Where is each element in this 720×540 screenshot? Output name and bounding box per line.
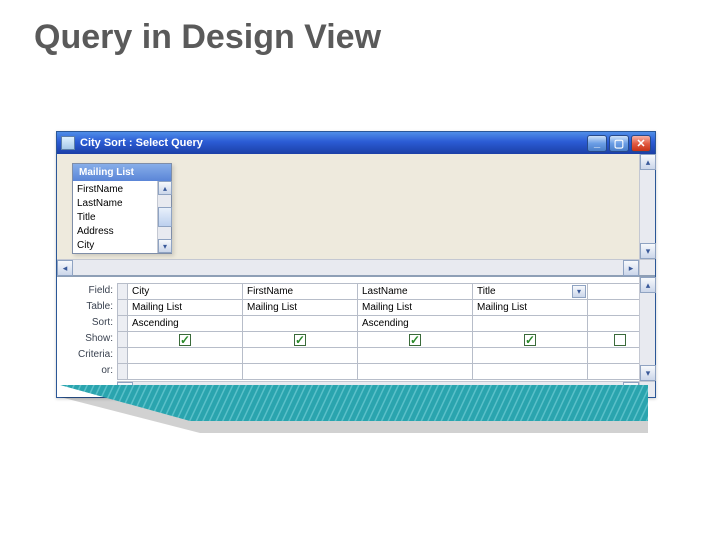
scroll-down-icon[interactable]: ▾ [158, 239, 172, 253]
field-list-scrollbar[interactable]: ▴ ▾ [157, 181, 171, 253]
cell-table[interactable]: Mailing List [358, 300, 473, 316]
decorative-wedge [60, 385, 648, 441]
show-checkbox[interactable] [614, 334, 626, 346]
cell-sort[interactable]: Ascending [128, 316, 243, 332]
cell-criteria[interactable] [128, 348, 243, 364]
show-checkbox[interactable] [409, 334, 421, 346]
cell-show[interactable] [358, 332, 473, 348]
row-selector[interactable] [118, 332, 128, 348]
cell-table[interactable]: Mailing List [243, 300, 358, 316]
dropdown-arrow-icon[interactable]: ▾ [572, 285, 586, 298]
cell-field-text: Title [477, 286, 496, 297]
scroll-down-icon[interactable]: ▾ [640, 365, 656, 381]
show-checkbox[interactable] [524, 334, 536, 346]
minimize-button[interactable]: _ [587, 135, 607, 152]
cell-field[interactable]: Title ▾ [473, 284, 588, 300]
row-label-table: Table: [57, 299, 117, 315]
scroll-up-icon[interactable]: ▴ [640, 277, 656, 293]
design-grid-table: City FirstName LastName Title ▾ Mailing … [117, 283, 652, 380]
tables-pane: Mailing List FirstName LastName Title Ad… [57, 154, 655, 277]
cell-sort[interactable]: Ascending [358, 316, 473, 332]
row-label-or: or: [57, 363, 117, 379]
close-button[interactable]: ✕ [631, 135, 651, 152]
upper-pane-vertical-scrollbar[interactable]: ▴ ▾ [639, 154, 655, 259]
cell-field[interactable]: FirstName [243, 284, 358, 300]
scroll-right-icon[interactable]: ▸ [623, 260, 639, 276]
cell-field[interactable]: City [128, 284, 243, 300]
field-item[interactable]: LastName [77, 197, 156, 211]
cell-or[interactable] [243, 364, 358, 380]
cell-or[interactable] [473, 364, 588, 380]
query-window: City Sort : Select Query _ ▢ ✕ Mailing L… [56, 131, 656, 398]
row-selector[interactable] [118, 300, 128, 316]
scroll-left-icon[interactable]: ◂ [57, 260, 73, 276]
scroll-up-icon[interactable]: ▴ [158, 181, 172, 195]
row-label-field: Field: [57, 283, 117, 299]
cell-or[interactable] [128, 364, 243, 380]
table-field-list-header: Mailing List [73, 164, 171, 181]
window-titlebar[interactable]: City Sort : Select Query _ ▢ ✕ [57, 132, 655, 154]
row-selector[interactable] [118, 364, 128, 380]
scroll-down-icon[interactable]: ▾ [640, 243, 656, 259]
cell-show[interactable] [243, 332, 358, 348]
slide-title: Query in Design View [0, 0, 720, 57]
cell-show[interactable] [128, 332, 243, 348]
scroll-thumb[interactable] [158, 207, 172, 227]
grid-row-labels: Field: Table: Sort: Show: Criteria: or: [57, 283, 117, 379]
field-item[interactable]: Address [77, 225, 156, 239]
cell-criteria[interactable] [243, 348, 358, 364]
cell-table[interactable]: Mailing List [473, 300, 588, 316]
row-selector[interactable] [118, 316, 128, 332]
cell-criteria[interactable] [473, 348, 588, 364]
field-item[interactable]: Title [77, 211, 156, 225]
row-label-show: Show: [57, 331, 117, 347]
scroll-up-icon[interactable]: ▴ [640, 154, 656, 170]
window-title: City Sort : Select Query [80, 137, 587, 149]
row-label-criteria: Criteria: [57, 347, 117, 363]
row-label-sort: Sort: [57, 315, 117, 331]
cell-or[interactable] [358, 364, 473, 380]
grid-vertical-scrollbar[interactable]: ▴ ▾ [639, 277, 655, 381]
cell-criteria[interactable] [358, 348, 473, 364]
scroll-corner [639, 259, 655, 275]
upper-pane-horizontal-scrollbar[interactable]: ◂ ▸ [57, 259, 639, 275]
app-icon [61, 136, 75, 150]
cell-field[interactable]: LastName [358, 284, 473, 300]
maximize-button[interactable]: ▢ [609, 135, 629, 152]
query-design-grid: Field: Table: Sort: Show: Criteria: or: … [57, 277, 655, 397]
field-item[interactable]: City [77, 239, 156, 253]
show-checkbox[interactable] [294, 334, 306, 346]
field-item[interactable]: FirstName [77, 183, 156, 197]
show-checkbox[interactable] [179, 334, 191, 346]
table-field-list[interactable]: Mailing List FirstName LastName Title Ad… [72, 163, 172, 254]
row-selector[interactable] [118, 348, 128, 364]
cell-table[interactable]: Mailing List [128, 300, 243, 316]
row-selector[interactable] [118, 284, 128, 300]
cell-sort[interactable] [473, 316, 588, 332]
cell-show[interactable] [473, 332, 588, 348]
cell-sort[interactable] [243, 316, 358, 332]
